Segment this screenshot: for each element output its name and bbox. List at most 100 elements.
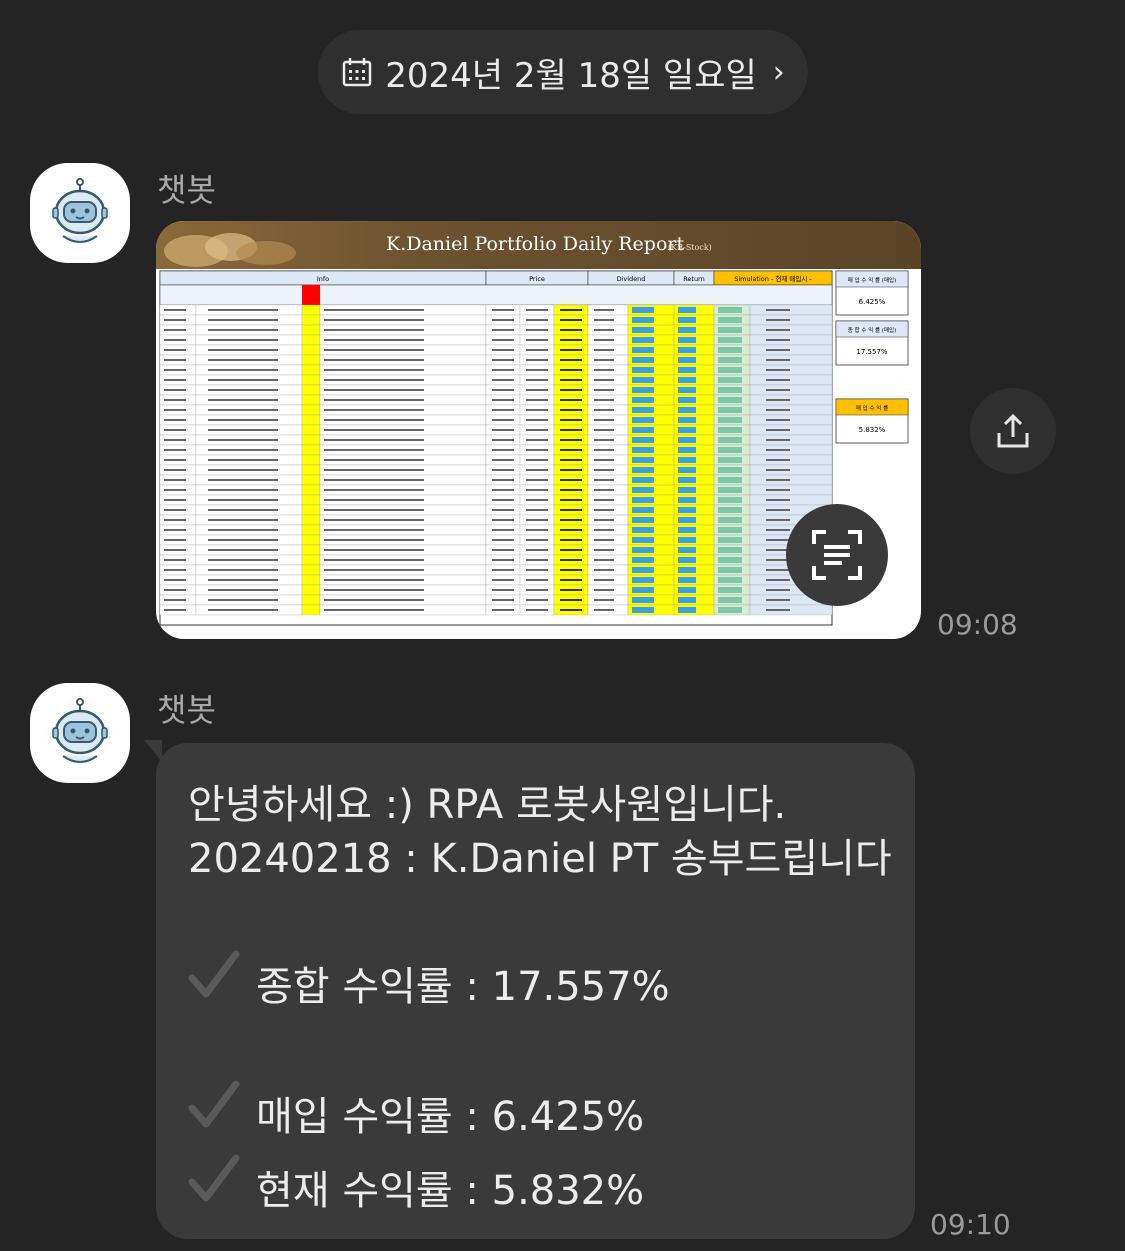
cell-text — [164, 609, 186, 611]
cell-text — [594, 439, 614, 441]
cell-text — [560, 449, 582, 451]
cell-text — [526, 609, 548, 611]
cell-text — [766, 489, 790, 491]
cell-text — [594, 359, 614, 361]
cell-text — [594, 389, 614, 391]
cell-text — [208, 339, 278, 341]
cell-text — [766, 539, 790, 541]
cell-text — [492, 379, 514, 381]
cell-text — [526, 359, 548, 361]
cell-text — [164, 439, 186, 441]
cell-text — [492, 389, 514, 391]
table-cell — [301, 584, 321, 596]
data-bar — [678, 487, 696, 493]
cell-text — [492, 339, 514, 341]
cell-text — [594, 519, 614, 521]
data-bar — [632, 327, 654, 333]
date-header[interactable]: 2024년 2월 18일 일요일 › — [318, 30, 808, 114]
report-title: K.Daniel Portfolio Daily Report — [386, 233, 685, 255]
robot-avatar-icon[interactable] — [30, 163, 130, 263]
column-header-row — [159, 284, 833, 306]
cell-text — [492, 359, 514, 361]
cell-text — [766, 409, 790, 411]
cell-text — [766, 429, 790, 431]
cell-text — [324, 429, 424, 431]
data-bar — [718, 437, 742, 443]
table-cell — [301, 524, 321, 536]
cell-text — [324, 569, 424, 571]
data-bar — [632, 477, 654, 483]
text-scan-button[interactable] — [786, 504, 888, 606]
cell-text — [526, 349, 548, 351]
data-bar — [632, 427, 654, 433]
cell-text — [164, 359, 186, 361]
cell-text — [164, 379, 186, 381]
cell-text — [164, 499, 186, 501]
data-bar — [632, 567, 654, 573]
data-bar — [632, 557, 654, 563]
data-bar — [678, 577, 696, 583]
table-cell — [301, 374, 321, 386]
data-bar — [678, 357, 696, 363]
cell-text — [208, 589, 278, 591]
data-bar — [718, 497, 742, 503]
chevron-right-icon: › — [772, 54, 785, 90]
cell-text — [526, 429, 548, 431]
cell-text — [560, 579, 582, 581]
table-cell — [301, 544, 321, 556]
cell-text — [526, 489, 548, 491]
data-bar — [678, 337, 696, 343]
cell-text — [560, 499, 582, 501]
message-time: 09:08 — [937, 608, 1018, 641]
robot-avatar-icon[interactable] — [30, 683, 130, 783]
cell-text — [208, 319, 278, 321]
data-bar — [718, 427, 742, 433]
cell-text — [324, 339, 424, 341]
data-bar — [678, 407, 696, 413]
cell-text — [594, 499, 614, 501]
table-cell — [301, 344, 321, 356]
share-icon — [997, 413, 1029, 448]
data-bar — [632, 387, 654, 393]
table-cell — [301, 384, 321, 396]
cell-text — [594, 599, 614, 601]
checkmark-icon — [188, 1080, 240, 1128]
table-cell — [301, 364, 321, 376]
cell-text — [324, 489, 424, 491]
cell-text — [594, 419, 614, 421]
cell-text — [526, 439, 548, 441]
cell-text — [164, 389, 186, 391]
table-cell — [301, 604, 321, 616]
data-bar — [678, 377, 696, 383]
cell-text — [526, 389, 548, 391]
cell-text — [164, 539, 186, 541]
data-bar — [718, 407, 742, 413]
cell-text — [208, 369, 278, 371]
data-bar — [678, 437, 696, 443]
cell-text — [594, 309, 614, 311]
cell-text — [560, 369, 582, 371]
cell-text — [324, 309, 424, 311]
robot-face-icon — [52, 698, 108, 763]
cell-text — [560, 539, 582, 541]
cell-text — [324, 459, 424, 461]
data-bar — [632, 517, 654, 523]
table-cell — [301, 314, 321, 326]
cell-text — [560, 409, 582, 411]
table-cell — [749, 384, 833, 396]
cell-text — [164, 469, 186, 471]
cell-text — [526, 539, 548, 541]
table-cell — [301, 354, 321, 366]
summary-box-value: 6.425% — [859, 298, 886, 306]
data-bar — [632, 587, 654, 593]
data-bar — [678, 307, 696, 313]
share-button[interactable] — [970, 388, 1056, 474]
cell-text — [766, 459, 790, 461]
cell-text — [492, 589, 514, 591]
data-bar — [678, 517, 696, 523]
cell-text — [164, 589, 186, 591]
cell-text — [492, 559, 514, 561]
cell-text — [594, 539, 614, 541]
cell-text — [526, 579, 548, 581]
table-cell — [301, 334, 321, 346]
